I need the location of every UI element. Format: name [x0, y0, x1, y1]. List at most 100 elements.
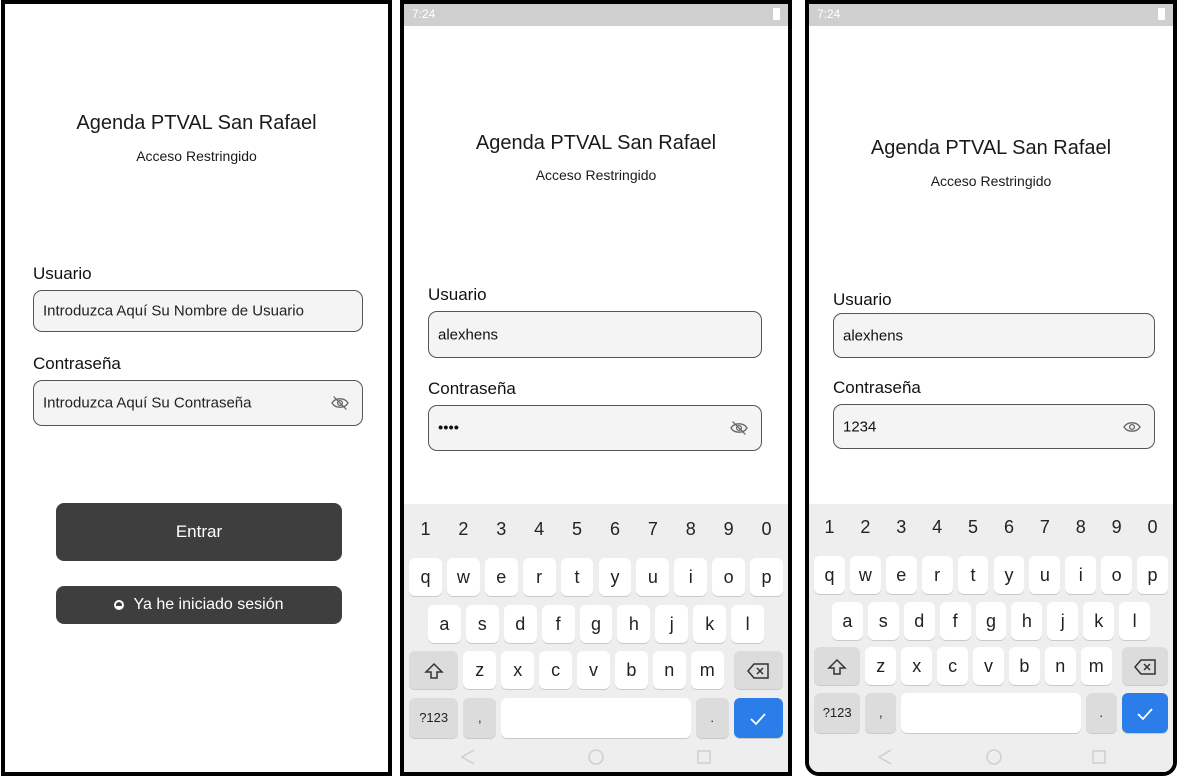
period-key[interactable]: .	[1085, 693, 1117, 733]
key-3[interactable]: 3	[886, 514, 917, 540]
key-i[interactable]: i	[674, 558, 708, 596]
key-1[interactable]: 1	[814, 514, 845, 540]
key-o[interactable]: o	[712, 558, 746, 596]
key-p[interactable]: p	[750, 558, 783, 596]
key-n[interactable]: n	[652, 651, 686, 689]
space-key[interactable]	[501, 698, 691, 738]
key-r[interactable]: r	[522, 558, 556, 596]
comma-key[interactable]: ,	[865, 693, 897, 733]
key-j[interactable]: j	[655, 605, 689, 643]
key-e[interactable]: e	[484, 558, 518, 596]
key-s[interactable]: s	[867, 602, 899, 640]
key-h[interactable]: h	[617, 605, 651, 643]
key-a[interactable]: a	[831, 602, 863, 640]
key-u[interactable]: u	[1029, 556, 1061, 594]
key-z[interactable]: z	[865, 647, 897, 685]
key-5[interactable]: 5	[561, 516, 594, 542]
key-o[interactable]: o	[1101, 556, 1133, 594]
key-1[interactable]: 1	[409, 516, 442, 542]
key-3[interactable]: 3	[485, 516, 518, 542]
key-f[interactable]: f	[939, 602, 971, 640]
key-t[interactable]: t	[957, 556, 989, 594]
enter-key[interactable]	[1121, 693, 1168, 733]
key-5[interactable]: 5	[958, 514, 989, 540]
key-6[interactable]: 6	[599, 516, 632, 542]
symbols-key[interactable]: ?123	[409, 698, 459, 738]
key-d[interactable]: d	[903, 602, 935, 640]
key-z[interactable]: z	[463, 651, 497, 689]
key-h[interactable]: h	[1011, 602, 1043, 640]
period-key[interactable]: .	[695, 698, 729, 738]
key-4[interactable]: 4	[922, 514, 953, 540]
password-input[interactable]: Introduzca Aquí Su Contraseña	[33, 380, 363, 426]
key-7[interactable]: 7	[636, 516, 669, 542]
key-c[interactable]: c	[937, 647, 969, 685]
key-8[interactable]: 8	[1065, 514, 1096, 540]
recents-icon	[697, 750, 711, 764]
key-v[interactable]: v	[577, 651, 610, 689]
key-q[interactable]: q	[814, 556, 845, 594]
key-m[interactable]: m	[1080, 647, 1112, 685]
key-u[interactable]: u	[636, 558, 670, 596]
key-e[interactable]: e	[885, 556, 917, 594]
username-input[interactable]: alexhens	[428, 311, 762, 358]
key-a[interactable]: a	[427, 605, 461, 643]
key-g[interactable]: g	[579, 605, 613, 643]
key-7[interactable]: 7	[1029, 514, 1060, 540]
username-input[interactable]: Introduzca Aquí Su Nombre de Usuario	[33, 290, 363, 332]
key-0[interactable]: 0	[750, 516, 783, 542]
key-x[interactable]: x	[901, 647, 933, 685]
username-input[interactable]: alexhens	[833, 313, 1155, 358]
shift-key[interactable]	[409, 651, 459, 689]
key-x[interactable]: x	[501, 651, 535, 689]
shift-key[interactable]	[814, 647, 861, 685]
key-l[interactable]: l	[731, 605, 765, 643]
already-logged-in-button[interactable]: Ya he iniciado sesión	[56, 586, 342, 624]
key-s[interactable]: s	[465, 605, 499, 643]
key-d[interactable]: d	[503, 605, 537, 643]
key-m[interactable]: m	[690, 651, 724, 689]
key-y[interactable]: y	[598, 558, 632, 596]
key-c[interactable]: c	[539, 651, 573, 689]
key-t[interactable]: t	[560, 558, 594, 596]
eye-off-icon[interactable]	[330, 395, 350, 411]
key-4[interactable]: 4	[523, 516, 556, 542]
key-2[interactable]: 2	[447, 516, 480, 542]
key-w[interactable]: w	[446, 558, 480, 596]
login-button[interactable]: Entrar	[56, 503, 342, 561]
key-9[interactable]: 9	[712, 516, 745, 542]
key-8[interactable]: 8	[674, 516, 707, 542]
eye-icon[interactable]	[1122, 419, 1142, 435]
comma-key[interactable]: ,	[463, 698, 497, 738]
key-b[interactable]: b	[614, 651, 648, 689]
key-g[interactable]: g	[975, 602, 1007, 640]
eye-off-icon[interactable]	[729, 420, 749, 436]
key-k[interactable]: k	[1083, 602, 1115, 640]
status-time: 7:24	[817, 7, 841, 21]
backspace-key[interactable]	[733, 651, 783, 689]
password-input[interactable]: ••••	[428, 405, 762, 451]
key-f[interactable]: f	[541, 605, 575, 643]
key-q[interactable]: q	[409, 558, 442, 596]
key-b[interactable]: b	[1008, 647, 1040, 685]
key-w[interactable]: w	[849, 556, 881, 594]
key-n[interactable]: n	[1044, 647, 1076, 685]
key-l[interactable]: l	[1119, 602, 1151, 640]
key-r[interactable]: r	[921, 556, 953, 594]
enter-key[interactable]	[733, 698, 783, 738]
key-v[interactable]: v	[973, 647, 1004, 685]
key-2[interactable]: 2	[850, 514, 881, 540]
backspace-key[interactable]	[1121, 647, 1168, 685]
password-input[interactable]: 1234	[833, 404, 1155, 449]
key-9[interactable]: 9	[1101, 514, 1132, 540]
key-y[interactable]: y	[993, 556, 1025, 594]
symbols-key[interactable]: ?123	[814, 693, 861, 733]
space-key[interactable]	[901, 693, 1081, 733]
key-0[interactable]: 0	[1137, 514, 1168, 540]
backspace-icon	[1133, 658, 1156, 675]
key-j[interactable]: j	[1047, 602, 1079, 640]
key-6[interactable]: 6	[994, 514, 1025, 540]
key-p[interactable]: p	[1137, 556, 1168, 594]
key-k[interactable]: k	[693, 605, 727, 643]
key-i[interactable]: i	[1065, 556, 1097, 594]
